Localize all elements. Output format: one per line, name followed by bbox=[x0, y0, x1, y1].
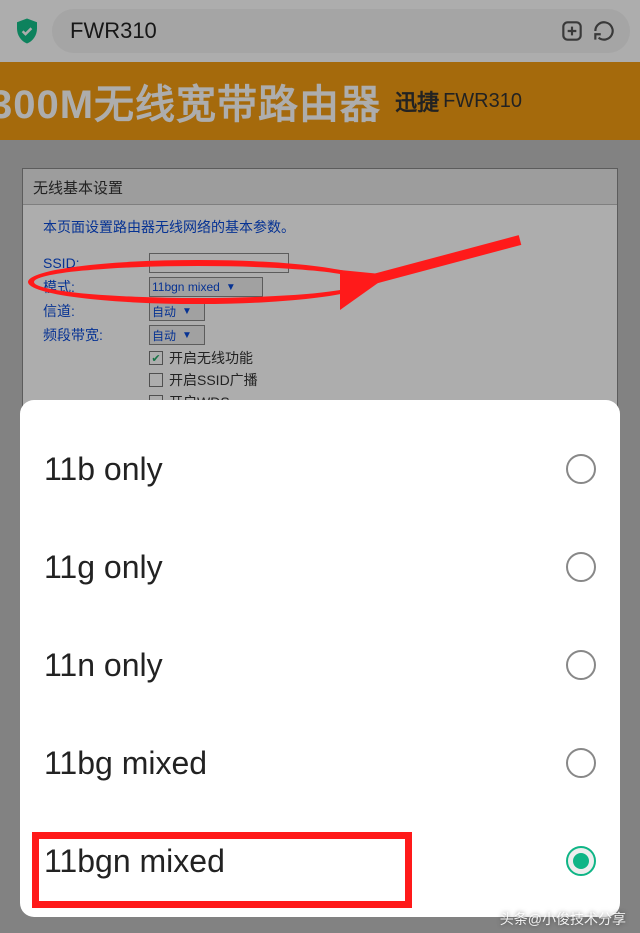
option-11bg-mixed[interactable]: 11bg mixed bbox=[44, 714, 596, 812]
radio-icon bbox=[566, 748, 596, 778]
radio-icon bbox=[566, 454, 596, 484]
option-label: 11n only bbox=[44, 647, 163, 684]
option-label: 11bgn mixed bbox=[44, 843, 225, 880]
option-11n-only[interactable]: 11n only bbox=[44, 616, 596, 714]
option-label: 11bg mixed bbox=[44, 745, 207, 782]
radio-icon bbox=[566, 650, 596, 680]
option-label: 11b only bbox=[44, 451, 163, 488]
option-11b-only[interactable]: 11b only bbox=[44, 420, 596, 518]
option-11g-only[interactable]: 11g only bbox=[44, 518, 596, 616]
mode-options-sheet: 11b only 11g only 11n only 11bg mixed 11… bbox=[20, 400, 620, 917]
viewport: { "browser": { "url_text": "FWR310" }, "… bbox=[0, 0, 640, 933]
option-label: 11g only bbox=[44, 549, 163, 586]
option-11bgn-mixed[interactable]: 11bgn mixed bbox=[44, 812, 596, 910]
radio-selected-icon bbox=[566, 846, 596, 876]
radio-icon bbox=[566, 552, 596, 582]
watermark: 头条@小俊技术分享 bbox=[500, 909, 626, 929]
